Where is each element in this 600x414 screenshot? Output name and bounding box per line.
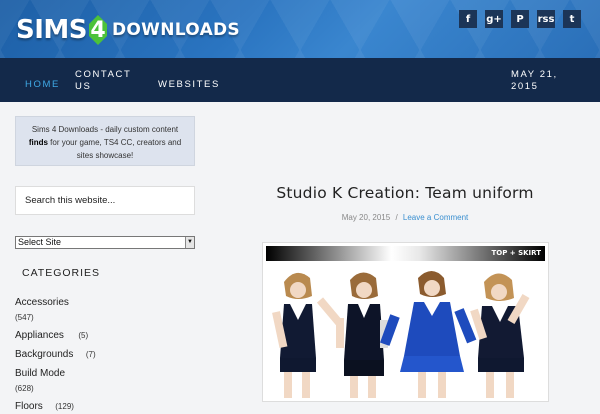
chevron-down-icon[interactable]: ▼: [185, 237, 194, 248]
category-count: (129): [55, 402, 74, 411]
category-item[interactable]: Build Mode (628): [15, 363, 195, 393]
categories-heading: CATEGORIES: [22, 267, 101, 279]
pinterest-icon[interactable]: P: [511, 10, 529, 28]
category-item[interactable]: Backgrounds (7): [15, 344, 195, 362]
nav-contact-line-2: US: [75, 81, 92, 92]
logo-sims-text: SIMS: [16, 15, 88, 45]
notice-text-start: Sims 4 Downloads - daily custom content: [31, 125, 179, 134]
logo-downloads-text: DOWNLOADS: [112, 20, 240, 40]
post-title[interactable]: Studio K Creation: Team uniform: [255, 184, 555, 202]
uniform-figures-illustration: [272, 271, 530, 398]
sidebar: Sims 4 Downloads - daily custom content …: [15, 116, 195, 412]
nav-contact[interactable]: CONTACT US: [75, 69, 131, 93]
site-header: SIMS 4 DOWNLOADS f g+ P rss t: [0, 0, 600, 58]
site-logo[interactable]: SIMS 4 DOWNLOADS: [16, 12, 240, 48]
meta-separator: /: [395, 213, 398, 222]
nav-date-line-1: MAY 21,: [511, 69, 558, 80]
category-name[interactable]: Backgrounds: [15, 349, 73, 360]
nav-date-line-2: 2015: [511, 81, 539, 92]
category-count: (547): [15, 313, 34, 322]
post-date: May 20, 2015: [341, 213, 391, 222]
nav-date: MAY 21, 2015: [511, 69, 558, 93]
site-select[interactable]: Select Site ▼: [15, 236, 195, 249]
site-notice: Sims 4 Downloads - daily custom content …: [15, 116, 195, 166]
category-count: (5): [78, 331, 89, 340]
category-name[interactable]: Appliances: [15, 330, 64, 341]
nav-contact-line-1: CONTACT: [75, 69, 132, 80]
social-links: f g+ P rss t: [459, 10, 581, 28]
image-canvas: TOP + SKIRT: [266, 246, 545, 398]
notice-text-end: for your game, TS4 CC, creators and site…: [50, 138, 182, 160]
facebook-icon[interactable]: f: [459, 10, 477, 28]
category-name[interactable]: Build Mode: [15, 368, 65, 379]
figure-four: [470, 273, 530, 398]
image-caption: TOP + SKIRT: [491, 249, 541, 257]
site-select-value: Select Site: [18, 237, 62, 247]
category-count: (628): [15, 384, 34, 393]
main-nav: HOME CONTACT US WEBSITES MAY 21, 2015: [0, 58, 600, 102]
rss-icon[interactable]: rss: [537, 10, 555, 28]
leave-comment-link[interactable]: Leave a Comment: [403, 213, 468, 222]
nav-websites[interactable]: WEBSITES: [158, 79, 220, 91]
google-plus-icon[interactable]: g+: [485, 10, 503, 28]
twitter-icon[interactable]: t: [563, 10, 581, 28]
category-name[interactable]: Floors: [15, 401, 43, 412]
figure-two: [336, 272, 388, 398]
logo-four-badge: 4: [89, 15, 107, 45]
category-item[interactable]: Accessories (547): [15, 292, 195, 322]
post-featured-image[interactable]: TOP + SKIRT: [262, 242, 549, 402]
nav-home[interactable]: HOME: [25, 79, 60, 91]
category-count: (7): [85, 350, 96, 359]
post-meta: May 20, 2015 / Leave a Comment: [255, 213, 555, 222]
figure-three: [380, 271, 477, 398]
figure-one: [272, 272, 343, 398]
category-item[interactable]: Floors (129): [15, 396, 195, 414]
search-input[interactable]: Search this website...: [15, 186, 195, 215]
category-item[interactable]: Appliances (5): [15, 325, 195, 343]
notice-text-bold: finds: [28, 138, 48, 147]
image-banner: TOP + SKIRT: [266, 246, 545, 261]
category-name[interactable]: Accessories: [15, 297, 69, 308]
